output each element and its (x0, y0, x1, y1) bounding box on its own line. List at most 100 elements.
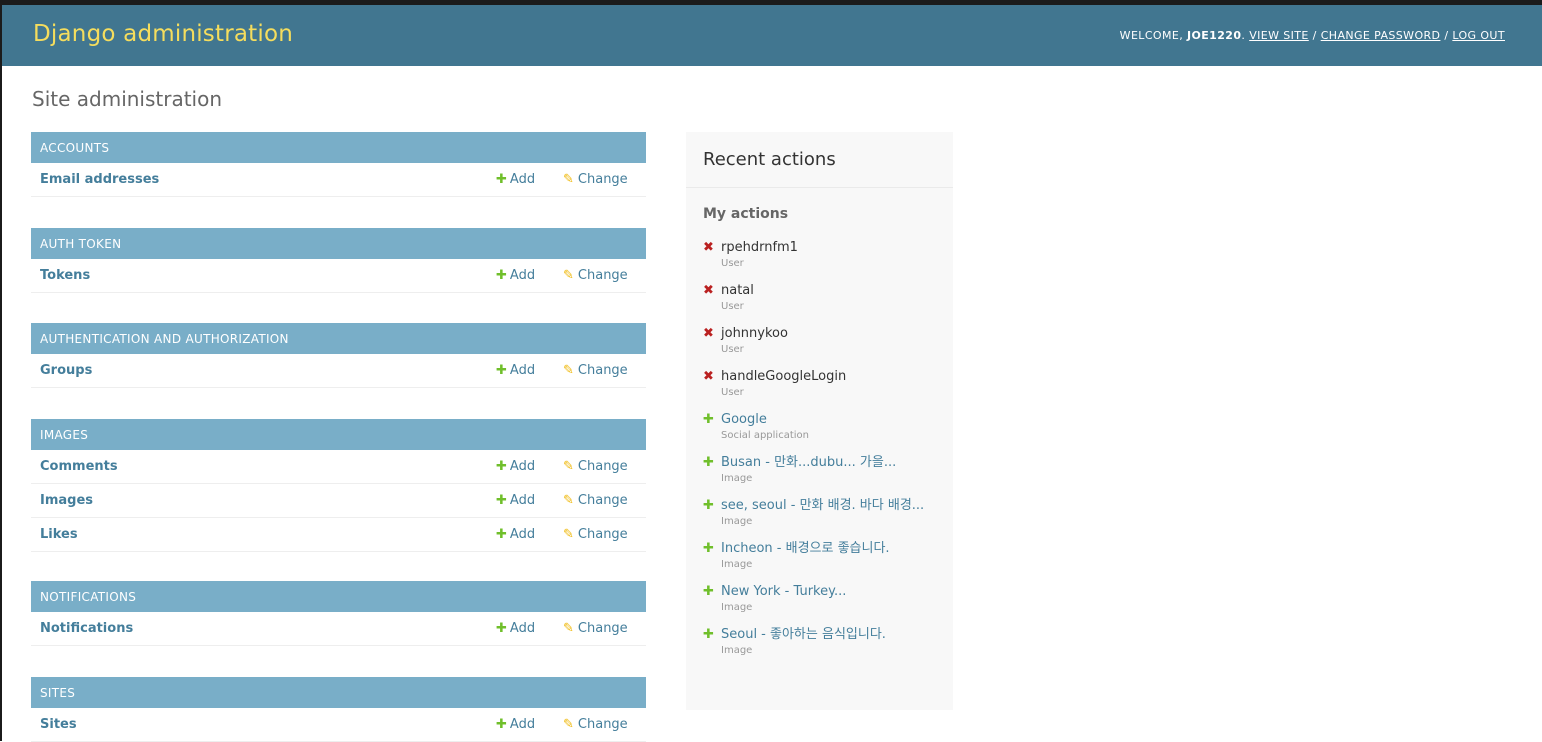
change-link[interactable]: ✎ Change (563, 459, 628, 474)
divider (686, 187, 953, 188)
x-icon: ✖ (703, 326, 714, 341)
action-content-type: Image (721, 516, 753, 527)
change-link[interactable]: ✎ Change (563, 493, 628, 508)
plus-icon: ✚ (496, 459, 507, 474)
add-link[interactable]: ✚ Add (496, 621, 535, 636)
model-link[interactable]: Email addresses (40, 172, 159, 187)
pencil-icon: ✎ (563, 268, 574, 283)
actions-list: ✖ rpehdrnfm1 User ✖ natal User ✖ johnnyk… (703, 239, 943, 657)
module-caption[interactable]: AUTHENTICATION AND AUTHORIZATION (31, 323, 646, 354)
welcome-text: WELCOME, (1119, 29, 1184, 42)
model-link[interactable]: Comments (40, 459, 118, 474)
action-content-type: Image (721, 602, 753, 613)
change-link[interactable]: ✎ Change (563, 172, 628, 187)
action-object: natal (721, 283, 754, 298)
module-caption[interactable]: NOTIFICATIONS (31, 581, 646, 612)
plus-icon: ✚ (703, 498, 714, 513)
module-caption[interactable]: AUTH TOKEN (31, 228, 646, 259)
app-module-images: IMAGES Comments ✚ Add ✎ Change Images ✚ Add… (31, 419, 646, 552)
site-brand[interactable]: Django administration (33, 21, 293, 47)
app-module-notifications: NOTIFICATIONS Notifications ✚ Add ✎ Change (31, 581, 646, 646)
action-content-type: Image (721, 645, 753, 656)
x-icon: ✖ (703, 240, 714, 255)
action-item: ✚ Seoul - 좋아하는 음식입니다. Image (703, 626, 943, 657)
action-item: ✚ Busan - 만화...dubu... 가을... Image (703, 454, 943, 485)
change-link[interactable]: ✎ Change (563, 717, 628, 732)
pencil-icon: ✎ (563, 527, 574, 542)
plus-icon: ✚ (496, 621, 507, 636)
app-module-sites: SITES Sites ✚ Add ✎ Change (31, 677, 646, 742)
add-link[interactable]: ✚ Add (496, 459, 535, 474)
model-row: Notifications ✚ Add ✎ Change (31, 612, 646, 646)
model-row: Sites ✚ Add ✎ Change (31, 708, 646, 742)
action-item: ✖ rpehdrnfm1 User (703, 239, 943, 270)
plus-icon: ✚ (496, 363, 507, 378)
page-title: Site administration (32, 87, 223, 111)
view-site-link[interactable]: VIEW SITE (1249, 29, 1309, 42)
action-item: ✖ natal User (703, 282, 943, 313)
module-caption[interactable]: IMAGES (31, 419, 646, 450)
action-item: ✚ see, seoul - 만화 배경. 바다 배경... Image (703, 497, 943, 528)
add-link[interactable]: ✚ Add (496, 172, 535, 187)
add-link[interactable]: ✚ Add (496, 527, 535, 542)
change-password-link[interactable]: CHANGE PASSWORD (1321, 29, 1441, 42)
username: JOE1220 (1187, 29, 1242, 42)
action-object: handleGoogleLogin (721, 369, 847, 384)
recent-actions-title: Recent actions (703, 149, 836, 170)
recent-actions-panel: Recent actions My actions ✖ rpehdrnfm1 U… (686, 132, 953, 710)
model-link[interactable]: Images (40, 493, 93, 508)
x-icon: ✖ (703, 283, 714, 298)
plus-icon: ✚ (496, 172, 507, 187)
action-object: johnnykoo (721, 326, 788, 341)
plus-icon: ✚ (703, 584, 714, 599)
action-content-type: User (721, 387, 744, 398)
plus-icon: ✚ (703, 412, 714, 427)
add-link[interactable]: ✚ Add (496, 363, 535, 378)
plus-icon: ✚ (703, 541, 714, 556)
model-row: Email addresses ✚ Add ✎ Change (31, 163, 646, 197)
log-out-link[interactable]: LOG OUT (1452, 29, 1505, 42)
action-object-link[interactable]: New York - Turkey... (721, 583, 943, 601)
model-link[interactable]: Likes (40, 527, 78, 542)
model-link[interactable]: Sites (40, 717, 77, 732)
action-content-type: Image (721, 559, 753, 570)
add-link[interactable]: ✚ Add (496, 717, 535, 732)
action-object-link[interactable]: see, seoul - 만화 배경. 바다 배경... (721, 497, 943, 515)
change-link[interactable]: ✎ Change (563, 621, 628, 636)
model-row: Images ✚ Add ✎ Change (31, 484, 646, 518)
plus-icon: ✚ (496, 268, 507, 283)
action-object-link[interactable]: Busan - 만화...dubu... 가을... (721, 454, 943, 472)
module-caption[interactable]: ACCOUNTS (31, 132, 646, 163)
model-link[interactable]: Tokens (40, 268, 90, 283)
action-object-link[interactable]: Seoul - 좋아하는 음식입니다. (721, 626, 943, 644)
model-row: Comments ✚ Add ✎ Change (31, 450, 646, 484)
add-link[interactable]: ✚ Add (496, 493, 535, 508)
change-link[interactable]: ✎ Change (563, 527, 628, 542)
model-row: Tokens ✚ Add ✎ Change (31, 259, 646, 293)
window-frame-left (0, 0, 2, 741)
action-item: ✚ Google Social application (703, 411, 943, 442)
pencil-icon: ✎ (563, 621, 574, 636)
change-link[interactable]: ✎ Change (563, 363, 628, 378)
model-row: Likes ✚ Add ✎ Change (31, 518, 646, 552)
action-content-type: User (721, 301, 744, 312)
model-link[interactable]: Groups (40, 363, 92, 378)
pencil-icon: ✎ (563, 172, 574, 187)
module-caption[interactable]: SITES (31, 677, 646, 708)
app-module-auth-token: AUTH TOKEN Tokens ✚ Add ✎ Change (31, 228, 646, 293)
action-content-type: User (721, 344, 744, 355)
x-icon: ✖ (703, 369, 714, 384)
change-link[interactable]: ✎ Change (563, 268, 628, 283)
pencil-icon: ✎ (563, 717, 574, 732)
plus-icon: ✚ (496, 717, 507, 732)
plus-icon: ✚ (496, 527, 507, 542)
model-link[interactable]: Notifications (40, 621, 133, 636)
action-object-link[interactable]: Google (721, 411, 943, 429)
action-content-type: Image (721, 473, 753, 484)
pencil-icon: ✎ (563, 459, 574, 474)
action-content-type: Social application (721, 430, 809, 441)
action-item: ✖ johnnykoo User (703, 325, 943, 356)
action-item: ✚ Incheon - 배경으로 좋습니다. Image (703, 540, 943, 571)
add-link[interactable]: ✚ Add (496, 268, 535, 283)
action-object-link[interactable]: Incheon - 배경으로 좋습니다. (721, 540, 943, 558)
